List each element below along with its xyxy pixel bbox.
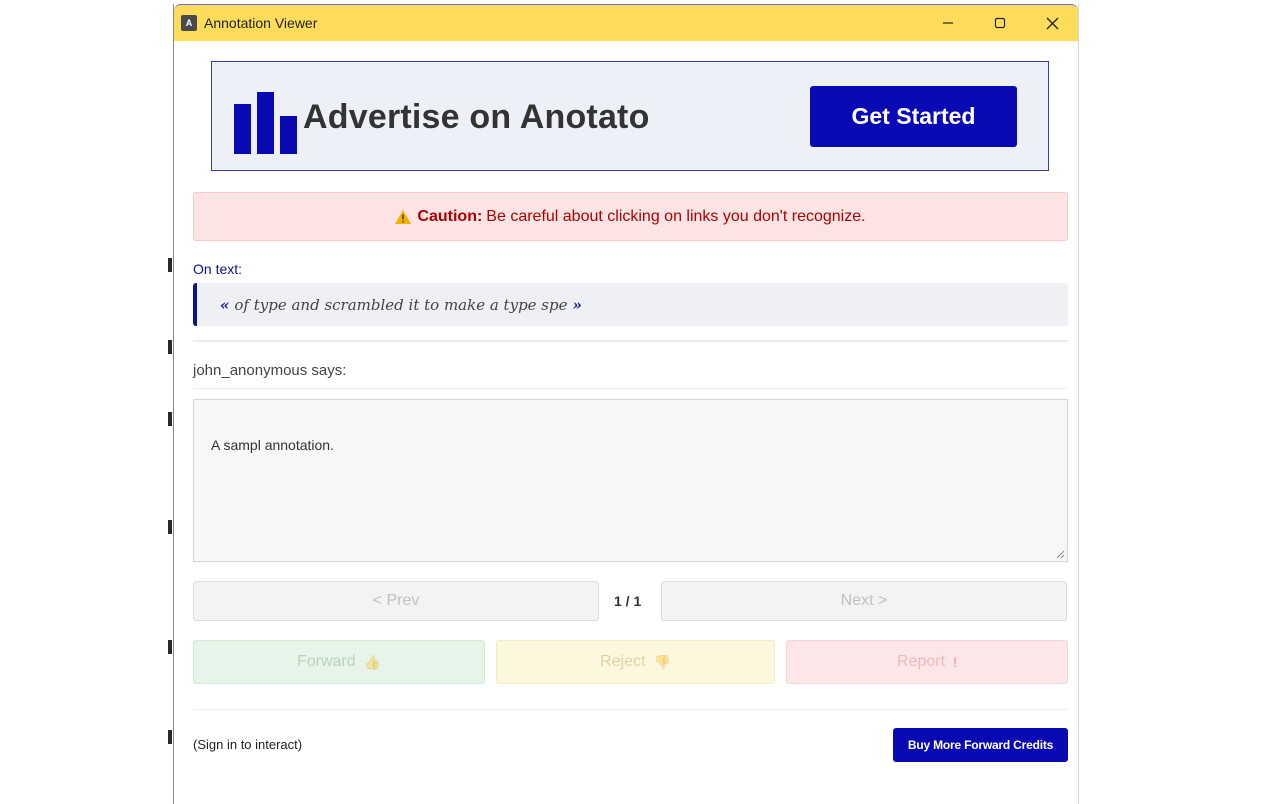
thumbs-down-icon: 👎 (653, 653, 671, 670)
divider (193, 709, 1068, 710)
maximize-icon (994, 17, 1006, 29)
page-counter: 1 / 1 (614, 593, 642, 609)
buy-credits-button[interactable]: Buy More Forward Credits (893, 728, 1068, 762)
sign-in-prompt: (Sign in to interact) (193, 737, 303, 752)
next-button[interactable]: Next > (661, 581, 1067, 621)
close-icon (1046, 17, 1058, 29)
reject-label: Reject (600, 653, 646, 670)
warning-icon (395, 209, 412, 224)
quoted-text: of type and scrambled it to make a type … (234, 295, 568, 314)
author-line: john_anonymous says: (193, 362, 347, 379)
get-started-button[interactable]: Get Started (810, 86, 1017, 147)
quoted-text-block: « of type and scrambled it to make a typ… (193, 283, 1068, 326)
caution-label: Caution: (417, 207, 483, 225)
annotation-body: A sampl annotation. (211, 437, 334, 453)
open-quote-mark: « (220, 295, 230, 314)
window-title: Annotation Viewer (204, 15, 318, 31)
ad-headline: Advertise on Anotato (303, 98, 650, 136)
divider (193, 388, 1068, 389)
minimize-button[interactable] (925, 5, 971, 41)
close-quote-mark: » (572, 295, 582, 314)
thumbs-up-icon: 👍 (363, 653, 382, 670)
bar-chart-logo-icon (234, 92, 297, 154)
close-button[interactable] (1029, 5, 1075, 41)
annotation-viewer-window: A Annotation Viewer Advertise on Anotato… (173, 4, 1079, 804)
reject-button[interactable]: Reject 👎 (496, 640, 775, 684)
caution-message: Be careful about clicking on links you d… (486, 207, 866, 225)
divider (193, 340, 1068, 342)
annotation-textarea[interactable]: A sampl annotation. (193, 399, 1068, 562)
forward-label: Forward (296, 653, 356, 670)
caution-banner: Caution: Be careful about clicking on li… (193, 192, 1068, 241)
on-text-label: On text: (193, 261, 243, 277)
minimize-icon (943, 22, 953, 24)
title-bar[interactable]: A Annotation Viewer (174, 4, 1078, 41)
resize-grip-icon[interactable] (1056, 550, 1065, 559)
app-icon: A (181, 15, 197, 31)
prev-button[interactable]: < Prev (193, 581, 599, 621)
exclamation-icon: ! (953, 654, 957, 670)
maximize-button[interactable] (977, 5, 1023, 41)
report-label: Report (897, 653, 946, 670)
report-button[interactable]: Report ! (786, 640, 1068, 684)
forward-button[interactable]: Forward 👍 (193, 640, 485, 684)
advertisement-banner[interactable]: Advertise on Anotato Get Started (211, 61, 1049, 171)
